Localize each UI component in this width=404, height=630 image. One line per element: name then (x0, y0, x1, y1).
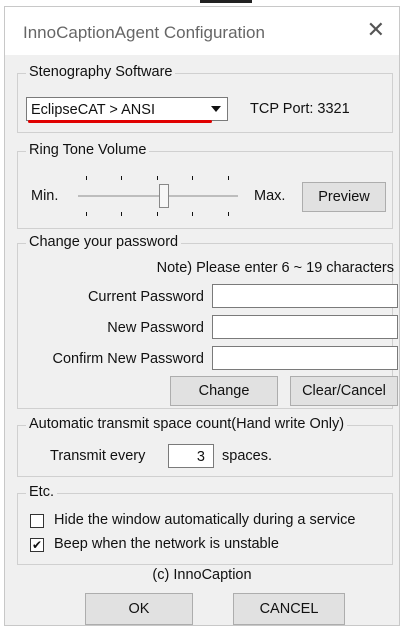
etc-legend: Etc. (26, 484, 57, 500)
ok-button[interactable]: OK (85, 593, 193, 625)
configuration-dialog: InnoCaptionAgent Configuration ✕ Stenogr… (4, 6, 400, 626)
beep-network-label[interactable]: Beep when the network is unstable (54, 536, 279, 552)
hide-window-checkbox[interactable] (30, 514, 44, 528)
transmit-space-group: Automatic transmit space count(Hand writ… (17, 416, 393, 477)
change-password-legend: Change your password (26, 234, 182, 250)
transmit-count-value: 3 (196, 449, 205, 465)
steno-software-legend: Stenography Software (26, 64, 176, 80)
beep-network-checkbox[interactable]: ✔ (30, 538, 44, 552)
change-button[interactable]: Change (170, 376, 278, 406)
current-password-field[interactable] (212, 284, 398, 308)
hide-window-label[interactable]: Hide the window automatically during a s… (54, 512, 355, 528)
transmit-count-field[interactable]: 3 (168, 444, 214, 468)
confirm-password-field[interactable] (212, 346, 398, 370)
change-password-group: Change your password Note) Please enter … (17, 234, 398, 409)
preview-button[interactable]: Preview (302, 182, 386, 212)
chevron-down-icon (211, 106, 221, 112)
title-bar: InnoCaptionAgent Configuration ✕ (5, 7, 399, 55)
steno-software-group: Stenography Software EclipseCAT > ANSI T… (17, 64, 393, 133)
top-edge-bar (200, 0, 252, 3)
tcp-port-label: TCP Port: 3321 (250, 101, 350, 117)
new-password-field[interactable] (212, 315, 398, 339)
current-password-label: Current Password (87, 289, 204, 305)
password-note: Note) Please enter 6 ~ 19 characters (156, 260, 394, 276)
steno-software-value: EclipseCAT > ANSI (31, 102, 155, 118)
steno-software-select[interactable]: EclipseCAT > ANSI (26, 97, 228, 121)
etc-group: Etc. Hide the window automatically durin… (17, 484, 393, 565)
window-title: InnoCaptionAgent Configuration (23, 23, 265, 42)
slider-thumb[interactable] (159, 184, 170, 208)
ring-tone-volume-legend: Ring Tone Volume (26, 142, 150, 158)
volume-max-label: Max. (254, 188, 286, 204)
slider-track (78, 195, 238, 197)
clear-cancel-button[interactable]: Clear/Cancel (290, 376, 398, 406)
cancel-button[interactable]: CANCEL (233, 593, 345, 625)
copyright-label: (c) InnoCaption (152, 567, 252, 583)
spaces-label: spaces. (222, 448, 272, 464)
transmit-space-legend: Automatic transmit space count(Hand writ… (26, 416, 348, 432)
confirm-password-label: Confirm New Password (52, 351, 205, 367)
highlight-underline (28, 120, 212, 123)
volume-slider[interactable] (78, 168, 238, 220)
volume-min-label: Min. (31, 188, 59, 204)
new-password-label: New Password (107, 320, 204, 336)
ring-tone-volume-group: Ring Tone Volume Min. Max. Preview (17, 142, 393, 229)
dropdown-arrow-button[interactable] (207, 100, 225, 118)
close-icon[interactable]: ✕ (367, 19, 385, 41)
transmit-every-label: Transmit every (50, 448, 146, 464)
